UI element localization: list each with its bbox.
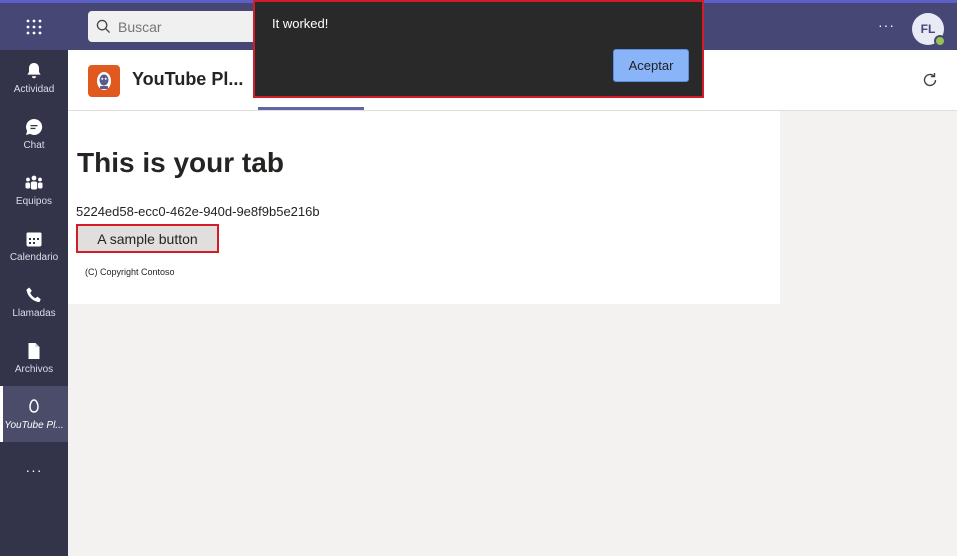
more-options-button[interactable]: ··· — [878, 17, 895, 33]
rail-item-teams[interactable]: Equipos — [0, 162, 68, 218]
file-icon — [28, 343, 40, 359]
context-id-text: 5224ed58-ecc0-462e-940d-9e8f9b5e216b — [76, 204, 320, 219]
rail-item-label: Chat — [23, 140, 45, 151]
rail-item-activity[interactable]: Actividad — [0, 50, 68, 106]
copyright-text: (C) Copyright Contoso — [85, 267, 175, 277]
page-title: This is your tab — [77, 147, 284, 178]
avatar[interactable]: FL — [912, 13, 946, 47]
rail-item-label: Archivos — [14, 364, 54, 375]
rail-item-label: Llamadas — [12, 308, 56, 319]
search-icon — [96, 19, 111, 34]
app-title: YouTube Pl... — [132, 69, 244, 89]
app-icon — [29, 399, 39, 413]
avatar-initials: FL — [920, 22, 936, 36]
bell-icon — [27, 63, 41, 79]
phone-icon — [26, 287, 41, 302]
refresh-icon[interactable] — [920, 70, 940, 90]
rail-item-files[interactable]: Archivos — [0, 330, 68, 386]
calendar-icon — [26, 232, 42, 247]
rail-item-label: YouTube Pl... — [4, 420, 64, 431]
accept-button[interactable]: Aceptar — [613, 49, 689, 82]
teams-icon — [25, 175, 43, 190]
rail-item-label: Calendario — [9, 252, 59, 263]
search-input[interactable] — [118, 18, 268, 35]
rail-item-chat[interactable]: Chat — [0, 106, 68, 162]
left-rail: Actividad Chat Equipos Calendario Llamad… — [0, 50, 68, 556]
presence-available-icon — [934, 35, 946, 47]
chat-icon — [26, 118, 43, 135]
app-launcher-button[interactable] — [0, 3, 68, 50]
waffle-icon — [26, 19, 42, 34]
rail-item-label: Actividad — [13, 84, 55, 95]
app-logo — [88, 65, 120, 97]
active-tab-indicator — [258, 107, 364, 110]
more-apps-button[interactable]: ··· — [0, 455, 68, 485]
rail-item-label: Equipos — [15, 196, 53, 207]
sample-button[interactable]: A sample button — [76, 224, 219, 253]
dialog-message: It worked! — [272, 16, 329, 31]
tab-content: This is your tab 5224ed58-ecc0-462e-940d… — [68, 111, 780, 304]
rail-item-calls[interactable]: Llamadas — [0, 274, 68, 330]
rail-item-calendar[interactable]: Calendario — [0, 218, 68, 274]
rail-item-youtube-app[interactable]: YouTube Pl... — [0, 386, 68, 442]
alert-dialog: It worked! Aceptar — [253, 0, 704, 98]
app-mascot-icon — [97, 72, 111, 90]
